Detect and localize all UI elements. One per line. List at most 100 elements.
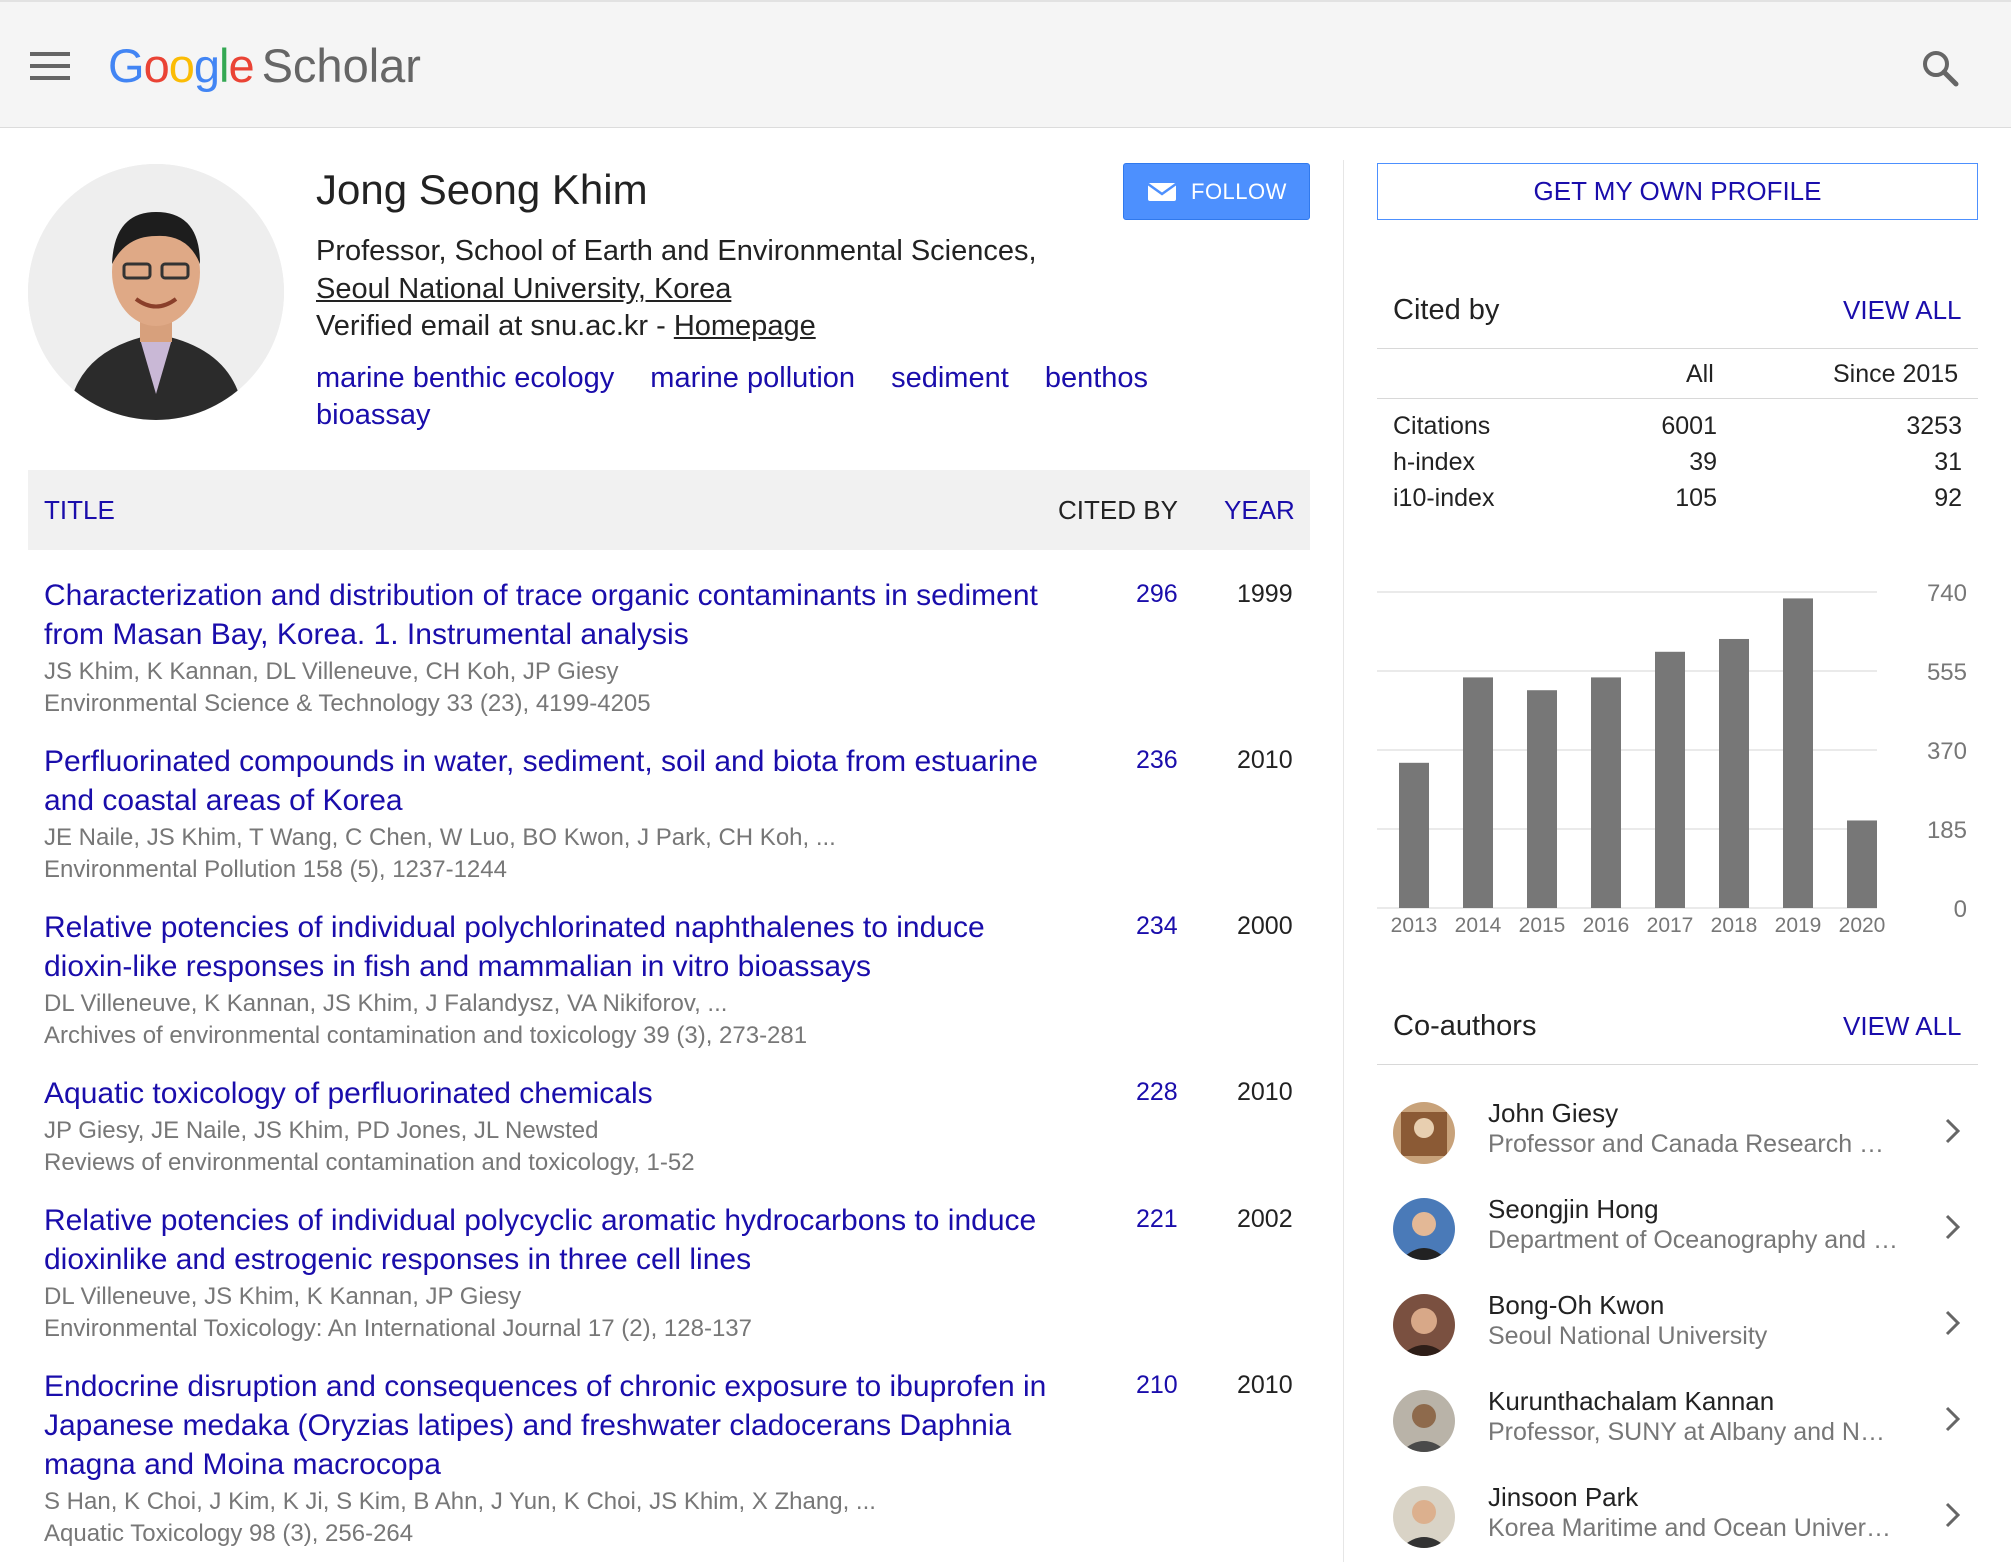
article-year: 2002	[1237, 1205, 1293, 1233]
citation-bar[interactable]	[1463, 677, 1493, 908]
sort-by-title[interactable]: TITLE	[44, 495, 115, 526]
profile-photo	[28, 164, 284, 420]
x-tick-label: 2014	[1455, 914, 1502, 937]
search-icon[interactable]	[1920, 48, 1960, 88]
sort-by-year[interactable]: YEAR	[1224, 495, 1295, 526]
coauthors-title: Co-authors	[1393, 1010, 1537, 1042]
article-title-link[interactable]: Endocrine disruption and consequences of…	[44, 1367, 1064, 1484]
profile-affiliation: Professor, School of Earth and Environme…	[316, 232, 1076, 308]
x-tick-label: 2018	[1711, 914, 1758, 937]
stat-all-value: 6001	[1661, 412, 1717, 440]
citation-bar[interactable]	[1783, 598, 1813, 908]
chevron-right-icon	[1945, 1310, 1961, 1336]
article-title-link[interactable]: Relative potencies of individual polycyc…	[44, 1201, 1064, 1279]
cited-by-count[interactable]: 210	[1136, 1371, 1178, 1400]
article-year: 2000	[1237, 912, 1293, 940]
article-authors: JE Naile, JS Khim, T Wang, C Chen, W Luo…	[44, 824, 836, 851]
citation-bar[interactable]	[1399, 762, 1429, 908]
citation-bar[interactable]	[1591, 677, 1621, 908]
mail-icon	[1147, 182, 1177, 201]
coauthors-view-all-link[interactable]: VIEW ALL	[1843, 1011, 1962, 1042]
table-row: Perfluorinated compounds in water, sedim…	[44, 742, 1314, 886]
article-source: Aquatic Toxicology 98 (3), 256-264	[44, 1520, 414, 1547]
stat-label: Citations	[1393, 412, 1491, 440]
cited-by-count[interactable]: 221	[1136, 1205, 1178, 1234]
stat-since-value: 3253	[1906, 412, 1962, 440]
stat-since-value: 92	[1934, 484, 1962, 512]
articles-table-header: TITLE CITED BY YEAR	[28, 470, 1310, 550]
x-tick-label: 2020	[1839, 914, 1886, 937]
article-year: 2010	[1237, 746, 1293, 774]
y-tick-label: 0	[1954, 896, 1967, 923]
citations-bar-chart: 740 555 370 185 0 2013 2014 2015 2016 2017 2018 201…	[1377, 580, 1967, 937]
chevron-right-icon	[1945, 1214, 1961, 1240]
interest-link[interactable]: bioassay	[316, 399, 430, 431]
coauthor-item[interactable]: Jinsoon Park Korea Maritime and Ocean Un…	[1393, 1480, 1983, 1560]
interest-link[interactable]: sediment	[891, 362, 1009, 394]
article-source: Archives of environmental contamination …	[44, 1022, 808, 1049]
affiliation-institution-link[interactable]: Seoul National University, Korea	[316, 273, 731, 305]
article-year: 2010	[1237, 1371, 1293, 1399]
coauthor-item[interactable]: Bong-Oh Kwon Seoul National University	[1393, 1288, 1983, 1368]
cited-by-count[interactable]: 234	[1136, 912, 1178, 941]
y-tick-label: 370	[1927, 738, 1967, 765]
coauthor-avatar	[1393, 1390, 1455, 1452]
article-source: Environmental Toxicology: An Internation…	[44, 1315, 752, 1342]
profile-name: Jong Seong Khim	[316, 166, 648, 213]
stat-since-value: 31	[1934, 448, 1962, 476]
stats-header-all: All	[1686, 360, 1714, 388]
follow-label: FOLLOW	[1191, 179, 1287, 204]
coauthor-name: Jinsoon Park	[1488, 1482, 1639, 1512]
coauthor-item[interactable]: John Giesy Professor and Canada Research…	[1393, 1096, 1983, 1176]
interest-link[interactable]: benthos	[1045, 362, 1148, 394]
sort-by-cited[interactable]: CITED BY	[1058, 495, 1178, 526]
article-source: Reviews of environmental contamination a…	[44, 1149, 695, 1176]
table-row: Relative potencies of individual polychl…	[44, 908, 1314, 1052]
coauthor-affiliation: Seoul National University	[1488, 1322, 1768, 1350]
affiliation-position: Professor, School of Earth and Environme…	[316, 235, 1037, 267]
article-authors: DL Villeneuve, K Kannan, JS Khim, J Fala…	[44, 990, 728, 1017]
stat-all-value: 105	[1675, 484, 1717, 512]
stats-header-since: Since 2015	[1833, 360, 1959, 388]
cited-by-count[interactable]: 296	[1136, 580, 1178, 609]
citation-bar[interactable]	[1847, 820, 1877, 908]
citation-bar[interactable]	[1719, 638, 1749, 908]
research-interests: marine benthic ecology marine pollution …	[316, 360, 1196, 434]
get-my-own-profile-button[interactable]: GET MY OWN PROFILE	[1377, 163, 1978, 220]
x-tick-label: 2016	[1583, 914, 1630, 937]
coauthor-affiliation: Professor, SUNY at Albany and New York S…	[1488, 1418, 1898, 1446]
cited-by-count[interactable]: 228	[1136, 1078, 1178, 1107]
cited-by-view-all-link[interactable]: VIEW ALL	[1843, 295, 1962, 326]
article-source: Environmental Science & Technology 33 (2…	[44, 690, 651, 717]
article-year: 1999	[1237, 580, 1293, 608]
coauthor-item[interactable]: Kurunthachalam Kannan Professor, SUNY at…	[1393, 1384, 1983, 1464]
article-title-link[interactable]: Perfluorinated compounds in water, sedim…	[44, 742, 1064, 820]
verified-email: Verified email at snu.ac.kr - Homepage	[316, 310, 816, 343]
table-row: Aquatic toxicology of perfluorinated che…	[44, 1074, 1314, 1179]
hamburger-menu-icon[interactable]	[30, 52, 70, 80]
chevron-right-icon	[1945, 1406, 1961, 1432]
x-tick-label: 2013	[1391, 914, 1438, 937]
citation-bar[interactable]	[1655, 651, 1685, 908]
citation-bar[interactable]	[1527, 690, 1557, 908]
coauthor-avatar	[1393, 1102, 1455, 1164]
coauthor-name: Kurunthachalam Kannan	[1488, 1386, 1775, 1416]
coauthor-avatar	[1393, 1486, 1455, 1548]
coauthor-item[interactable]: Seongjin Hong Department of Oceanography…	[1393, 1192, 1983, 1272]
article-source: Environmental Pollution 158 (5), 1237-12…	[44, 856, 507, 883]
coauthor-name: John Giesy	[1488, 1098, 1619, 1128]
stat-label: h-index	[1393, 448, 1475, 476]
interest-link[interactable]: marine benthic ecology	[316, 362, 614, 394]
interest-link[interactable]: marine pollution	[650, 362, 855, 394]
homepage-link[interactable]: Homepage	[674, 310, 816, 342]
article-title-link[interactable]: Relative potencies of individual polychl…	[44, 908, 1064, 986]
article-title-link[interactable]: Aquatic toxicology of perfluorinated che…	[44, 1074, 1064, 1113]
follow-button[interactable]: FOLLOW	[1123, 163, 1310, 220]
article-title-link[interactable]: Characterization and distribution of tra…	[44, 576, 1064, 654]
coauthor-name: Seongjin Hong	[1488, 1194, 1659, 1224]
divider	[1377, 398, 1978, 399]
google-scholar-logo[interactable]: Google Scholar	[108, 38, 421, 93]
x-tick-label: 2019	[1775, 914, 1822, 937]
article-authors: S Han, K Choi, J Kim, K Ji, S Kim, B Ahn…	[44, 1488, 876, 1515]
cited-by-count[interactable]: 236	[1136, 746, 1178, 775]
